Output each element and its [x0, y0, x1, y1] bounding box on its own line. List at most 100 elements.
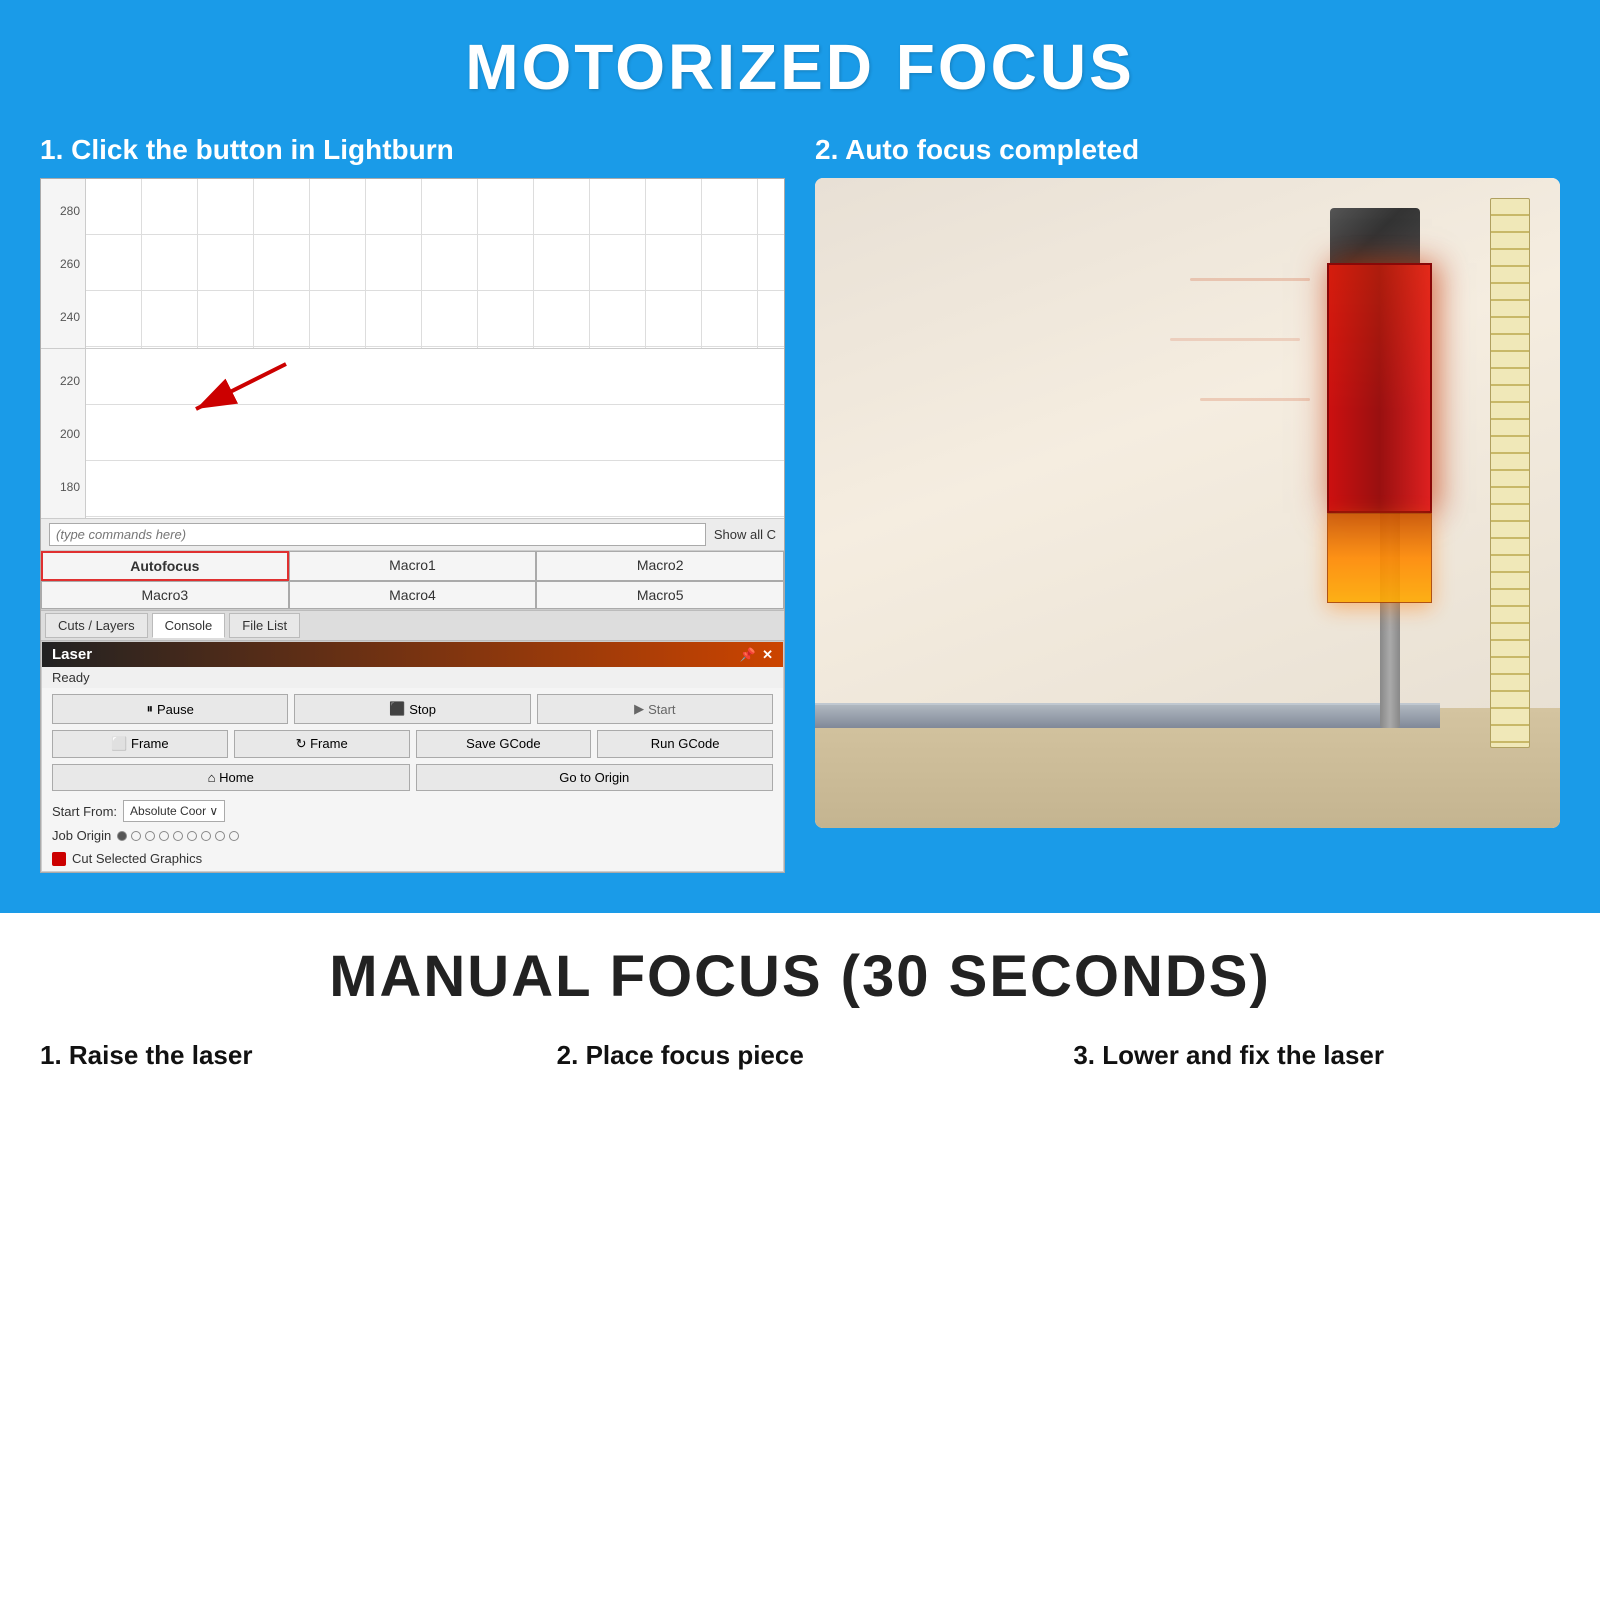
grid-num-280: 280	[46, 204, 80, 218]
home-row: ⌂ Home Go to Origin	[42, 764, 783, 797]
frame2-icon: ↻	[296, 736, 307, 751]
main-title: MOTORIZED FOCUS	[40, 30, 1560, 104]
cut-icon	[52, 852, 66, 866]
job-origin-dots	[117, 831, 239, 841]
macro4-button[interactable]: Macro4	[289, 581, 537, 609]
laser-header: Laser 📌 ✕	[42, 642, 783, 667]
step2-focus-label: 2. Place focus piece	[557, 1040, 1044, 1071]
frame-btn-row: ⬜ Frame ↻ Frame Save GCode Run GCode	[42, 730, 783, 764]
laser-panel: Laser 📌 ✕ Ready ⏸ Pause	[41, 641, 784, 872]
laser-top-mount	[1330, 208, 1420, 263]
laser-amber-bottom	[1327, 513, 1432, 603]
grid-num-260: 260	[46, 257, 80, 271]
grid-numbers: 280 260 240	[41, 179, 86, 348]
frame2-label: Frame	[310, 736, 348, 751]
frame1-button[interactable]: ⬜ Frame	[52, 730, 228, 758]
frame1-icon: ⬜	[111, 736, 127, 751]
pause-icon: ⏸	[146, 701, 153, 717]
cut-selected-row: Cut Selected Graphics	[42, 846, 783, 871]
horizontal-rail	[815, 703, 1440, 728]
dot-1[interactable]	[117, 831, 127, 841]
laser-glow	[1329, 265, 1430, 511]
left-panel-wrapper: 1. Click the button in Lightburn 280 260…	[40, 134, 785, 873]
grid-num-220: 220	[46, 374, 80, 388]
job-origin-label: Job Origin	[52, 828, 111, 843]
cut-selected-label: Cut Selected Graphics	[72, 851, 202, 866]
lb-tabs: Cuts / Layers Console File List	[41, 610, 784, 641]
blur-line-1	[1190, 278, 1310, 281]
blur-line-3	[1200, 398, 1310, 401]
grid-container: 280 260 240	[41, 179, 784, 349]
dot-6[interactable]	[187, 831, 197, 841]
pin-icon: 📌	[740, 647, 756, 663]
laser-body-red	[1327, 263, 1432, 513]
home-label: Home	[219, 770, 254, 785]
top-section: MOTORIZED FOCUS 1. Click the button in L…	[0, 0, 1600, 913]
control-btn-row: ⏸ Pause ⬛ Stop ▶ Start	[42, 688, 783, 730]
laser-title: Laser	[52, 646, 92, 663]
step3-lower: 3. Lower and fix the laser ATOMSTACK	[1073, 1040, 1560, 1085]
show-all-label: Show all C	[714, 527, 776, 542]
step3-lower-label: 3. Lower and fix the laser	[1073, 1040, 1560, 1071]
dot-4[interactable]	[159, 831, 169, 841]
stop-icon: ⬛	[389, 701, 405, 717]
dot-7[interactable]	[201, 831, 211, 841]
go-to-origin-button[interactable]: Go to Origin	[416, 764, 774, 791]
dot-2[interactable]	[131, 831, 141, 841]
laser-header-icons: 📌 ✕	[740, 647, 773, 663]
start-from-select[interactable]: Absolute Coor ∨	[123, 800, 225, 822]
dot-3[interactable]	[145, 831, 155, 841]
command-input[interactable]	[49, 523, 706, 546]
stop-label: Stop	[409, 702, 436, 717]
bottom-section: MANUAL FOCUS (30 SECONDS) 1. Raise the l…	[0, 913, 1600, 1125]
red-arrow-svg	[166, 354, 316, 434]
run-gcode-button[interactable]: Run GCode	[597, 730, 773, 758]
ready-status: Ready	[42, 667, 783, 688]
start-from-label: Start From:	[52, 804, 117, 819]
right-panel-wrapper: 2. Auto focus completed	[815, 134, 1560, 873]
blur-line-2	[1170, 338, 1300, 341]
tab-file-list[interactable]: File List	[229, 613, 300, 638]
frame1-label: Frame	[131, 736, 169, 751]
macro5-button[interactable]: Macro5	[536, 581, 784, 609]
start-icon: ▶	[634, 701, 644, 717]
grid-canvas	[86, 179, 784, 348]
home-icon: ⌂	[208, 770, 216, 785]
macro2-button[interactable]: Macro2	[536, 551, 784, 581]
grid-numbers-2: 220 200 180	[41, 349, 86, 518]
step1-raise: 1. Raise the laser ATOMSTACK	[40, 1040, 527, 1085]
step1-label: 1. Click the button in Lightburn	[40, 134, 785, 166]
macro-grid: Autofocus Macro1 Macro2 Macro3 Macro4 Ma…	[41, 551, 784, 610]
pause-button[interactable]: ⏸ Pause	[52, 694, 288, 724]
step1-raise-label: 1. Raise the laser	[40, 1040, 527, 1071]
autofocus-button[interactable]: Autofocus	[41, 551, 289, 581]
stop-button[interactable]: ⬛ Stop	[294, 694, 530, 724]
manual-steps: 1. Raise the laser ATOMSTACK	[40, 1040, 1560, 1085]
machine-scene	[815, 178, 1560, 828]
start-button[interactable]: ▶ Start	[537, 694, 773, 724]
grid-area: 280 260 240 220 200 180	[41, 179, 784, 519]
grid-num-240: 240	[46, 310, 80, 324]
autofocus-photo	[815, 178, 1560, 828]
macro3-button[interactable]: Macro3	[41, 581, 289, 609]
step2-label: 2. Auto focus completed	[815, 134, 1560, 166]
pause-label: Pause	[157, 702, 194, 717]
grid-num-180: 180	[46, 480, 80, 494]
start-label: Start	[648, 702, 675, 717]
job-origin-row: Job Origin	[42, 825, 783, 846]
frame2-button[interactable]: ↻ Frame	[234, 730, 410, 758]
dot-9[interactable]	[229, 831, 239, 841]
top-panels: 1. Click the button in Lightburn 280 260…	[40, 134, 1560, 873]
dot-5[interactable]	[173, 831, 183, 841]
macro1-button[interactable]: Macro1	[289, 551, 537, 581]
command-row: Show all C	[41, 519, 784, 551]
tab-cuts-layers[interactable]: Cuts / Layers	[45, 613, 148, 638]
save-gcode-button[interactable]: Save GCode	[416, 730, 592, 758]
close-icon[interactable]: ✕	[762, 647, 773, 663]
start-from-row: Start From: Absolute Coor ∨	[42, 797, 783, 825]
home-button[interactable]: ⌂ Home	[52, 764, 410, 791]
lightburn-screenshot: 280 260 240 220 200 180	[40, 178, 785, 873]
dot-8[interactable]	[215, 831, 225, 841]
grid-container-2: 220 200 180	[41, 349, 784, 519]
tab-console[interactable]: Console	[152, 613, 226, 638]
